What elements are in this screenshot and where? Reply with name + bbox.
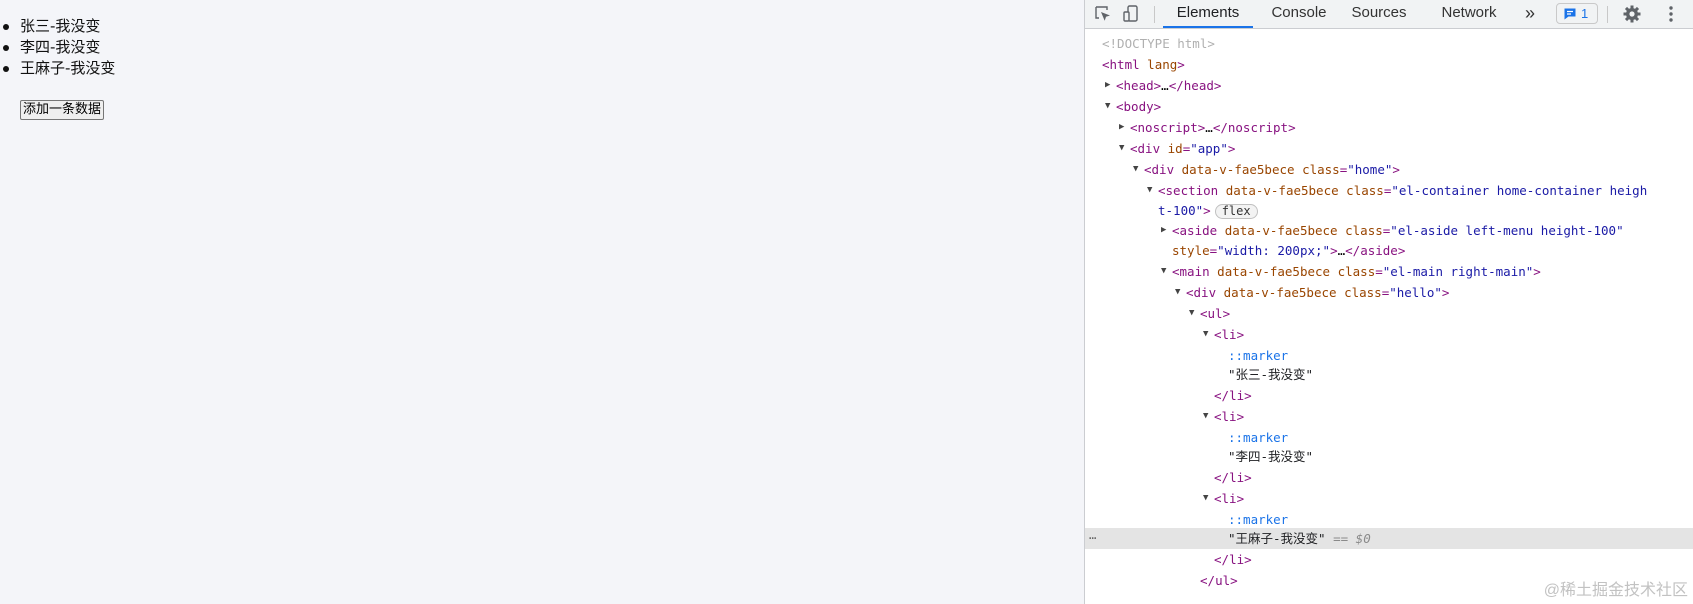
tab-console[interactable]: Console: [1265, 0, 1333, 28]
dom-node-marker[interactable]: ::marker: [1085, 509, 1693, 530]
tab-elements[interactable]: Elements: [1163, 0, 1253, 28]
tab-network[interactable]: Network: [1431, 0, 1507, 28]
collapse-triangle-icon[interactable]: ▼: [1175, 282, 1180, 303]
add-data-button[interactable]: 添加一条数据: [20, 100, 105, 120]
dom-node-aside-wrap[interactable]: style="width: 200px;">…</aside>: [1085, 240, 1693, 261]
issues-count: 1: [1581, 6, 1589, 21]
dom-node-head[interactable]: ▶ <head>…</head>: [1085, 75, 1693, 96]
settings-gear-icon[interactable]: [1622, 4, 1642, 24]
device-toolbar-icon[interactable]: [1121, 4, 1141, 24]
dom-node-noscript[interactable]: ▶ <noscript>…</noscript>: [1085, 117, 1693, 138]
dom-node-aside[interactable]: ▶ <aside data-v-fae5bece class="el-aside…: [1085, 220, 1693, 241]
collapse-triangle-icon[interactable]: ▼: [1203, 324, 1208, 345]
more-tabs-icon[interactable]: »: [1520, 0, 1540, 28]
expand-triangle-icon[interactable]: ▶: [1161, 220, 1166, 241]
flex-badge[interactable]: flex: [1214, 204, 1258, 219]
dom-node-li-close[interactable]: </li>: [1085, 467, 1693, 488]
devtools-toolbar: Elements Console Sources Network » 1: [1085, 0, 1693, 29]
toolbar-divider: [1154, 6, 1155, 23]
dom-node-section-wrap[interactable]: t-100"> flex: [1085, 200, 1693, 221]
dom-node-body[interactable]: ▼ <body>: [1085, 96, 1693, 117]
tab-sources[interactable]: Sources: [1344, 0, 1414, 28]
issues-button[interactable]: 1: [1556, 3, 1598, 24]
collapse-triangle-icon[interactable]: ▼: [1189, 303, 1194, 324]
list-item: 王麻子-我没变: [3, 58, 1084, 79]
collapse-triangle-icon[interactable]: ▼: [1119, 138, 1124, 159]
selected-node-indicator: == $0: [1333, 531, 1371, 546]
dom-node-li[interactable]: ▼ <li>: [1085, 406, 1693, 427]
watermark: @稀土掘金技术社区: [1543, 582, 1688, 599]
toolbar-divider: [1607, 6, 1608, 23]
collapse-triangle-icon[interactable]: ▼: [1147, 180, 1152, 201]
issues-icon: [1564, 8, 1576, 20]
dom-node-div-hello[interactable]: ▼ <div data-v-fae5bece class="hello">: [1085, 282, 1693, 303]
dom-node-li[interactable]: ▼ <li>: [1085, 324, 1693, 345]
page-preview: 张三-我没变 李四-我没变 王麻子-我没变 添加一条数据: [0, 0, 1084, 604]
dom-node-li-close[interactable]: </li>: [1085, 385, 1693, 406]
list-item: 李四-我没变: [3, 37, 1084, 58]
elements-dom-tree: <!DOCTYPE html> <html lang> ▶ <head>…</h…: [1085, 29, 1693, 604]
dom-node-doctype[interactable]: <!DOCTYPE html>: [1085, 33, 1693, 54]
devtools-panel: Elements Console Sources Network » 1 <!D…: [1084, 0, 1693, 604]
dom-node-li-close[interactable]: </li>: [1085, 549, 1693, 570]
expand-triangle-icon[interactable]: ▶: [1119, 117, 1124, 138]
name-list: 张三-我没变 李四-我没变 王麻子-我没变: [0, 16, 1084, 79]
dom-node-ul[interactable]: ▼ <ul>: [1085, 303, 1693, 324]
dom-node-div-app[interactable]: ▼ <div id="app">: [1085, 138, 1693, 159]
collapse-triangle-icon[interactable]: ▼: [1203, 406, 1208, 427]
inspect-element-icon[interactable]: [1093, 4, 1113, 24]
dom-node-marker[interactable]: ::marker: [1085, 427, 1693, 448]
dom-node-section[interactable]: ▼ <section data-v-fae5bece class="el-con…: [1085, 180, 1693, 201]
dom-text-node[interactable]: "张三-我没变": [1085, 364, 1693, 385]
dom-node-div-home[interactable]: ▼ <div data-v-fae5bece class="home">: [1085, 159, 1693, 180]
collapse-triangle-icon[interactable]: ▼: [1105, 96, 1110, 117]
collapse-triangle-icon[interactable]: ▼: [1133, 159, 1138, 180]
dom-node-marker[interactable]: ::marker: [1085, 345, 1693, 366]
more-options-icon[interactable]: [1661, 4, 1681, 24]
collapse-triangle-icon[interactable]: ▼: [1161, 261, 1166, 282]
dom-text-node[interactable]: "李四-我没变": [1085, 446, 1693, 467]
collapse-triangle-icon[interactable]: ▼: [1203, 488, 1208, 509]
dom-node-html[interactable]: <html lang>: [1085, 54, 1693, 75]
list-item: 张三-我没变: [3, 16, 1084, 37]
expand-triangle-icon[interactable]: ▶: [1105, 75, 1110, 96]
more-actions-icon[interactable]: ⋯: [1089, 528, 1096, 549]
dom-node-li[interactable]: ▼ <li>: [1085, 488, 1693, 509]
dom-node-main[interactable]: ▼ <main data-v-fae5bece class="el-main r…: [1085, 261, 1693, 282]
dom-text-node-selected[interactable]: ⋯ "王麻子-我没变" == $0: [1085, 528, 1693, 549]
